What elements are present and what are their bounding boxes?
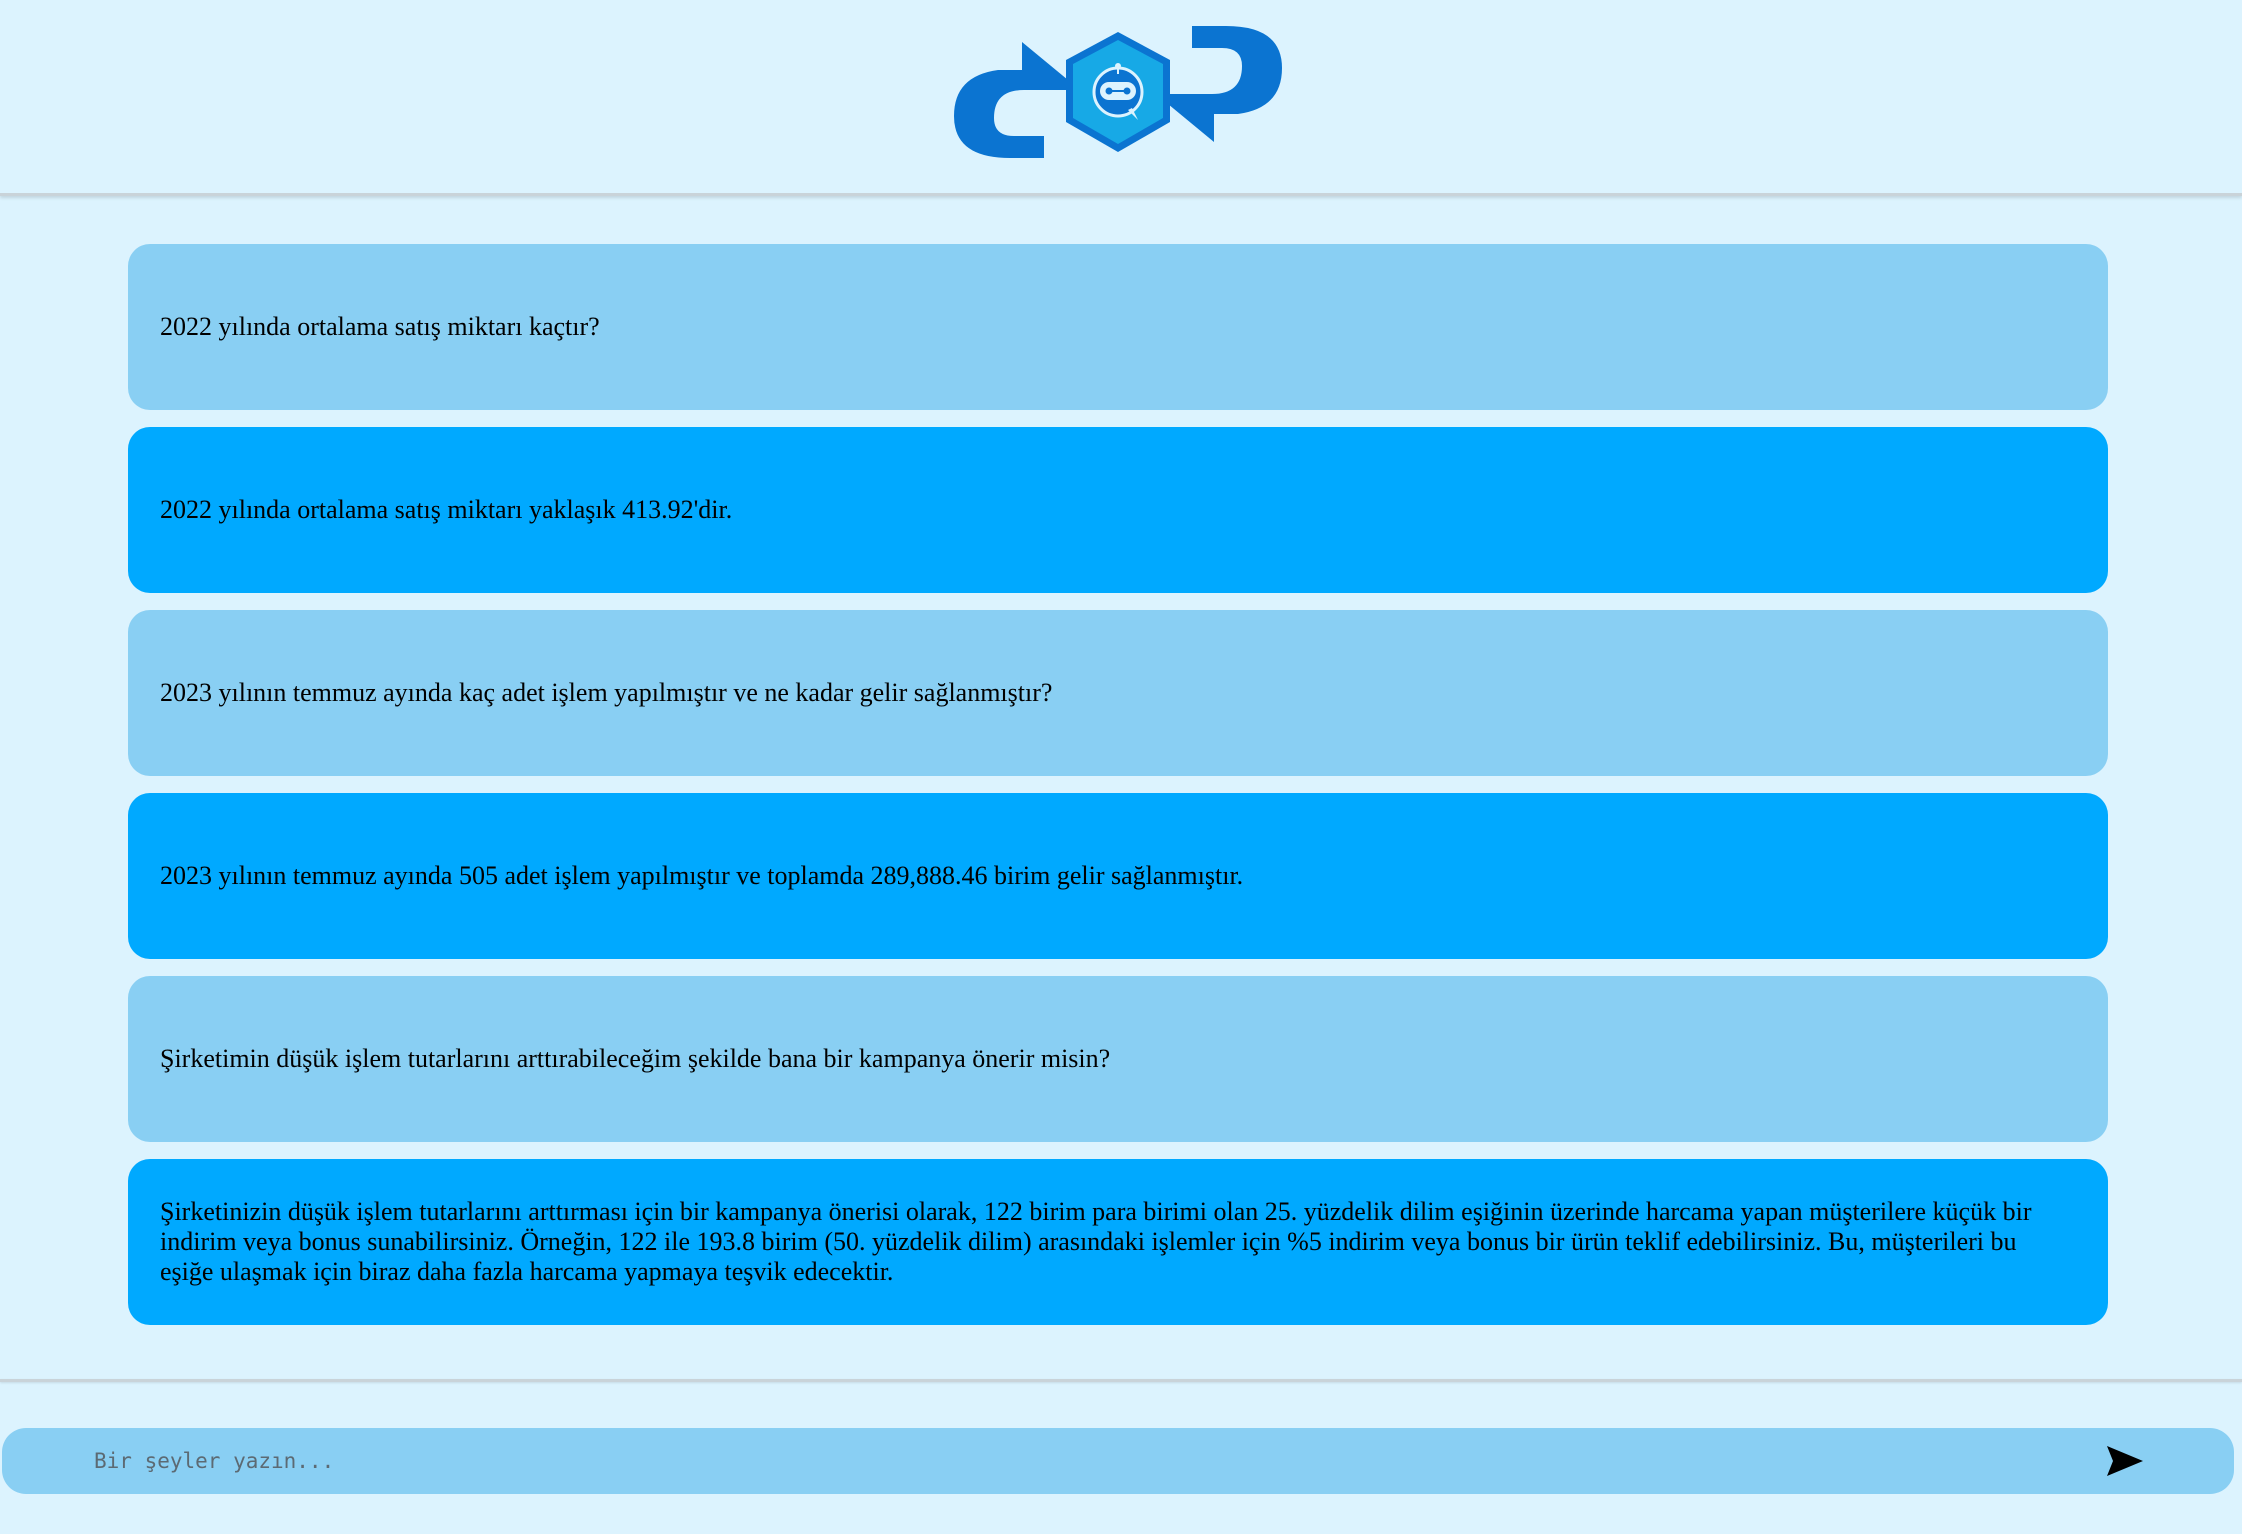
header: [0, 0, 2242, 196]
chat-messages: 2022 yılında ortalama satış miktarı kaçt…: [128, 244, 2108, 1342]
bot-message: Şirketinizin düşük işlem tutarlarını art…: [128, 1159, 2108, 1325]
user-message: Şirketimin düşük işlem tutarlarını arttı…: [128, 976, 2108, 1142]
logo-icon: [952, 24, 1284, 160]
message-text: 2022 yılında ortalama satış miktarı kaçt…: [160, 312, 600, 341]
message-text: 2022 yılında ortalama satış miktarı yakl…: [160, 495, 733, 524]
bot-message: 2022 yılında ortalama satış miktarı yakl…: [128, 427, 2108, 593]
send-button[interactable]: [2100, 1438, 2150, 1484]
send-icon: [2107, 1446, 2143, 1476]
bot-message: 2023 yılının temmuz ayında 505 adet işle…: [128, 793, 2108, 959]
chat-input[interactable]: [94, 1440, 2044, 1482]
message-text: 2023 yılının temmuz ayında kaç adet işle…: [160, 678, 1053, 707]
chat-input-bar: [2, 1428, 2234, 1494]
message-text: Şirketinizin düşük işlem tutarlarını art…: [160, 1197, 2032, 1286]
message-text: 2023 yılının temmuz ayında 505 adet işle…: [160, 861, 1244, 890]
user-message: 2022 yılında ortalama satış miktarı kaçt…: [128, 244, 2108, 410]
user-message: 2023 yılının temmuz ayında kaç adet işle…: [128, 610, 2108, 776]
message-text: Şirketimin düşük işlem tutarlarını arttı…: [160, 1044, 1111, 1073]
input-divider: [0, 1379, 2242, 1382]
